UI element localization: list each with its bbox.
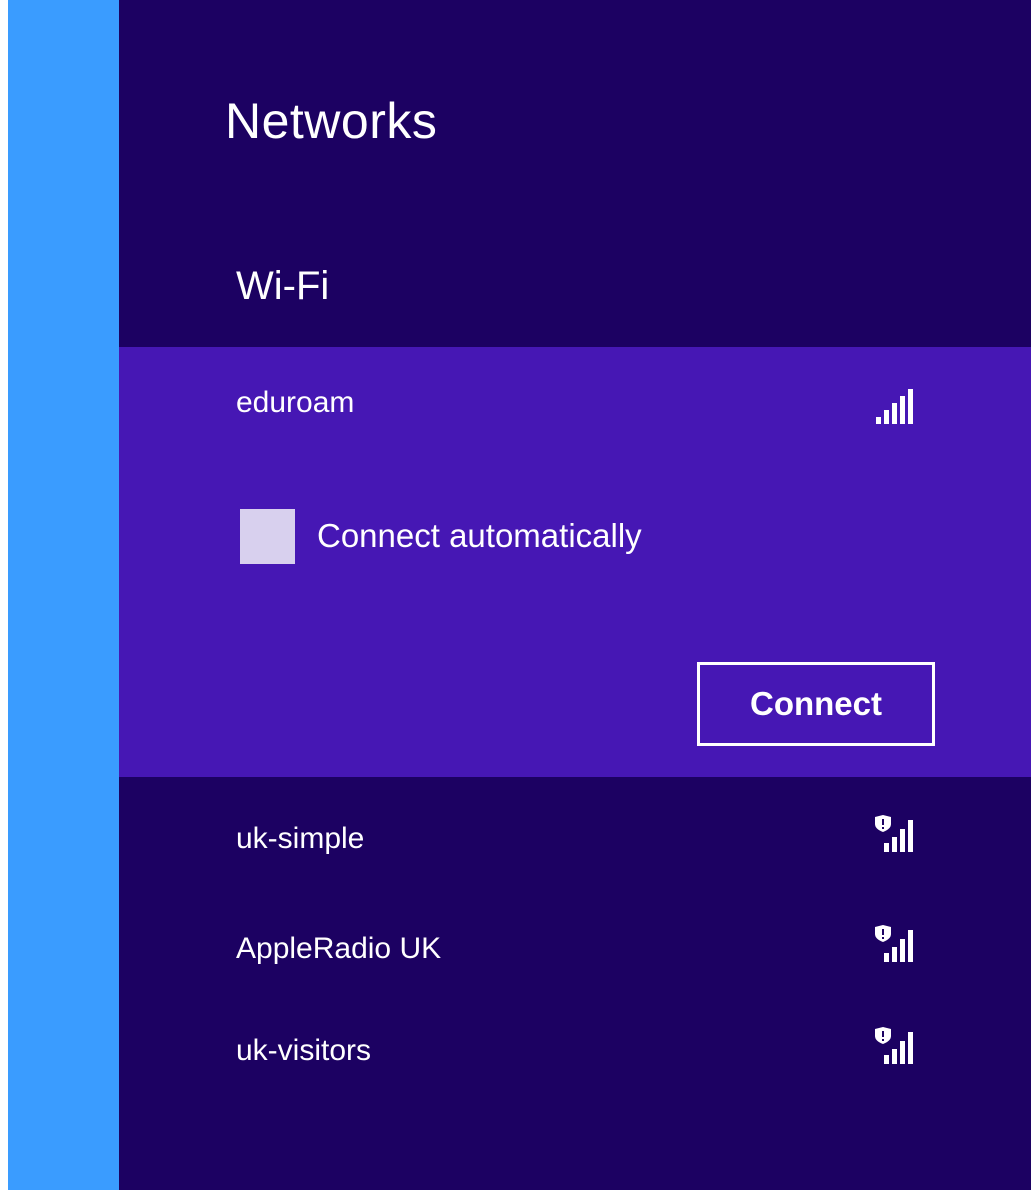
page-title: Networks (225, 93, 438, 149)
network-name: eduroam (236, 386, 355, 419)
wifi-signal-unsecured-icon (875, 925, 913, 962)
wifi-signal-unsecured-icon (875, 815, 913, 852)
networks-flyout: Networks Wi-Fi eduroam Connect automatic… (8, 0, 1031, 1197)
wifi-signal-unsecured-icon (875, 1027, 913, 1064)
connect-button[interactable]: Connect (697, 662, 935, 746)
connect-automatically-label[interactable]: Connect automatically (317, 519, 642, 552)
network-item[interactable]: uk-visitors (119, 1012, 1031, 1102)
network-name: uk-simple (236, 822, 365, 855)
section-label-wifi: Wi-Fi (236, 264, 330, 308)
network-name: AppleRadio UK (236, 932, 442, 965)
network-item[interactable]: uk-simple (119, 800, 1031, 890)
networks-panel: Networks Wi-Fi eduroam Connect automatic… (119, 0, 1031, 1190)
connect-automatically-checkbox[interactable] (240, 509, 295, 564)
wifi-signal-icon (876, 389, 913, 424)
desktop-background-strip (8, 0, 119, 1190)
network-name: uk-visitors (236, 1034, 372, 1067)
network-item[interactable]: AppleRadio UK (119, 910, 1031, 1000)
